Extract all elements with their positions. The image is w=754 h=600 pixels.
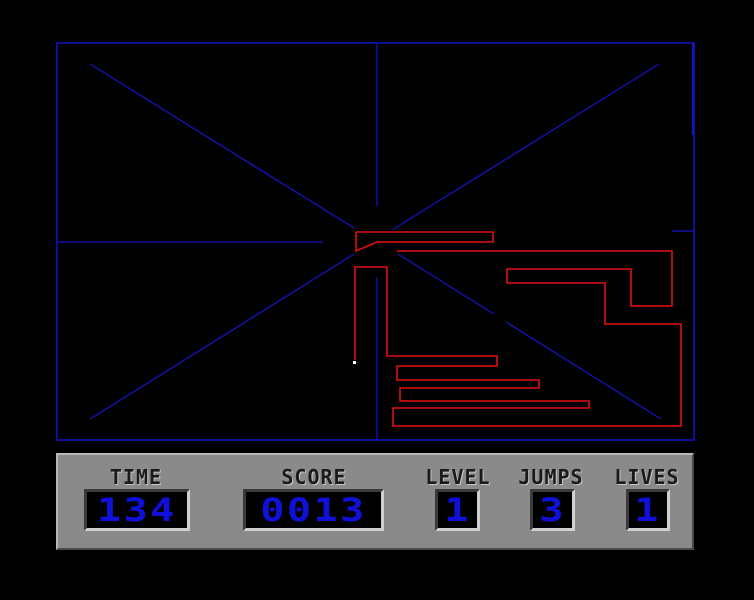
- jumps-label: JUMPS: [518, 465, 584, 489]
- level-label: LEVEL: [425, 465, 491, 489]
- lives-label: LIVES: [614, 465, 680, 489]
- score-value: 0013: [260, 491, 367, 529]
- diagonal-bottom-left: [89, 253, 355, 420]
- score-display: 0013: [243, 489, 384, 531]
- diagonal-top-right: [391, 63, 660, 231]
- time-value: 134: [97, 491, 177, 529]
- track-segment-right-curve: [354, 250, 682, 427]
- diagonal-bottom-right-b: [505, 321, 662, 420]
- playfield: [56, 42, 695, 441]
- game-screen: TIME 134 SCORE 0013 LEVEL 1 JUMPS 3 LIVE…: [0, 0, 754, 600]
- time-label: TIME: [109, 465, 163, 489]
- lives-value: 1: [634, 491, 662, 529]
- hud-panel: TIME 134 SCORE 0013 LEVEL 1 JUMPS 3 LIVE…: [56, 453, 694, 550]
- level-value: 1: [444, 491, 471, 529]
- track-segment-center: [355, 231, 494, 253]
- lives-display: 1: [626, 489, 670, 531]
- diagonal-bottom-right-a: [397, 253, 495, 315]
- diagonal-top-left: [89, 63, 355, 229]
- jumps-value: 3: [539, 491, 566, 529]
- score-label: SCORE: [281, 465, 347, 489]
- time-display: 134: [84, 489, 190, 531]
- jumps-display: 3: [530, 489, 575, 531]
- level-display: 1: [435, 489, 480, 531]
- player-marker: [353, 361, 356, 364]
